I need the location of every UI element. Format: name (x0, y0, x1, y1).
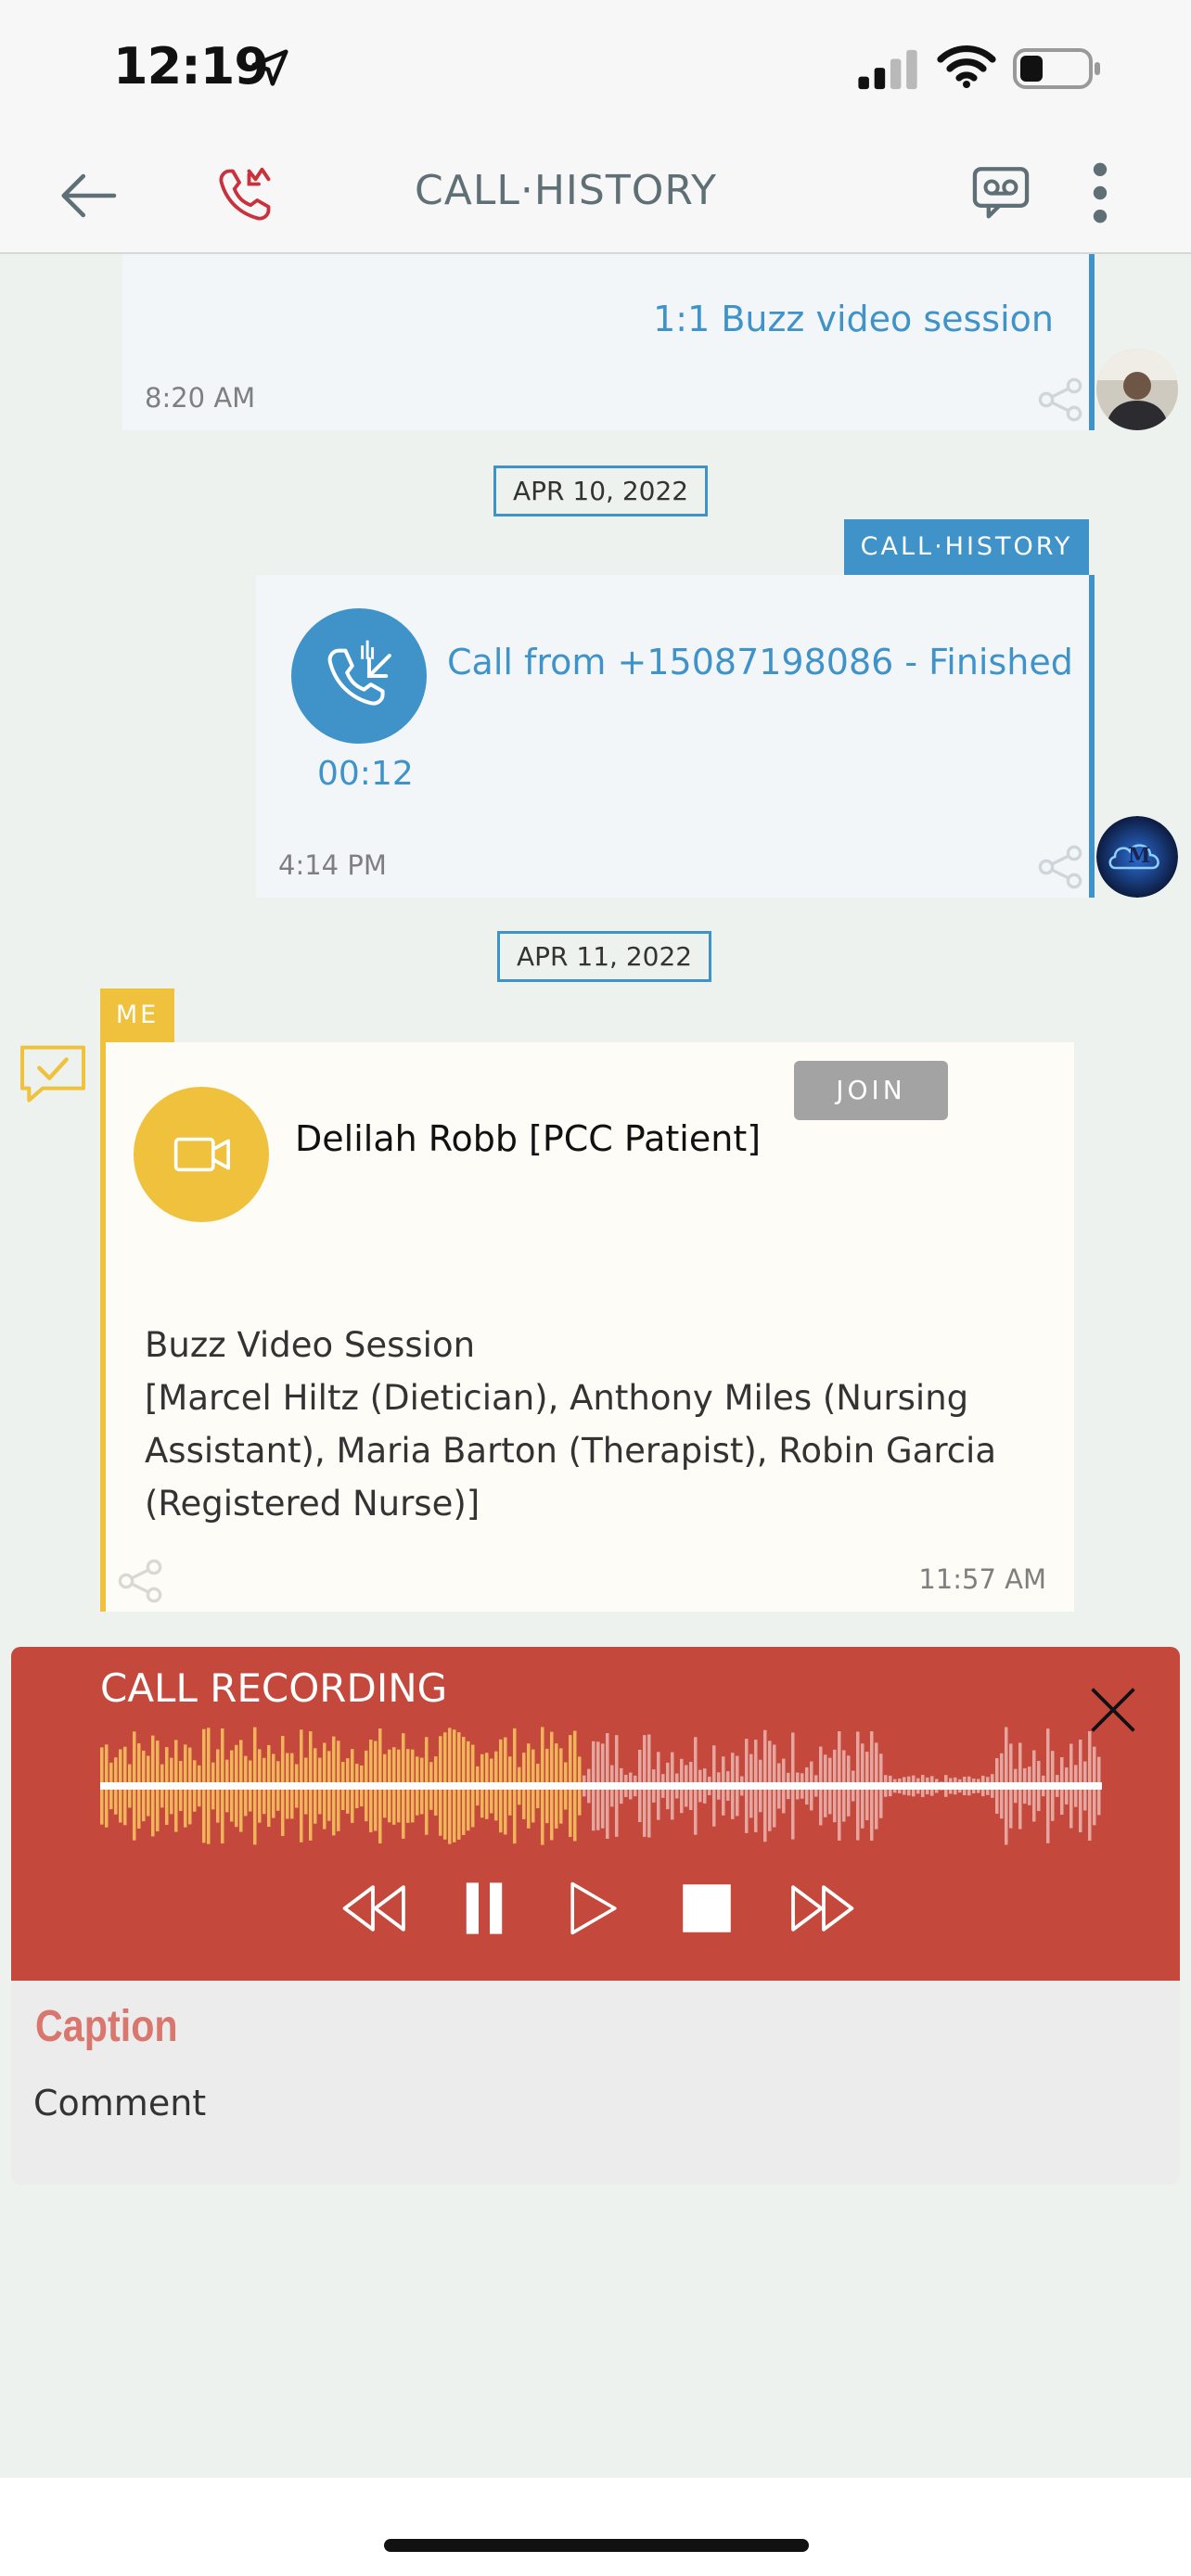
waveform-scrubber[interactable] (100, 1721, 1102, 1851)
comment-input[interactable]: Comment (33, 2066, 1146, 2140)
missed-call-icon[interactable] (213, 161, 278, 226)
message-time: 8:20 AM (145, 382, 256, 414)
description-line: Assistant), Maria Barton (Therapist), Ro… (145, 1431, 997, 1471)
caption-panel: Caption Comment (11, 1981, 1180, 2185)
video-session-card[interactable]: JOIN Delilah Robb [PCC Patient] Buzz Vid… (100, 1042, 1074, 1612)
delivered-check-icon (19, 1045, 86, 1103)
signal-icon (858, 49, 917, 90)
caption-label: Caption (35, 2002, 178, 2051)
call-card[interactable]: Call from +15087198086 - Finished 00:12 … (256, 575, 1095, 898)
stop-icon[interactable] (681, 1882, 733, 1934)
more-vertical-icon[interactable] (1087, 159, 1113, 226)
message-card[interactable]: 1:1 Buzz video session 8:20 AM (122, 254, 1095, 430)
avatar[interactable]: M (1096, 816, 1178, 898)
back-arrow-icon[interactable] (54, 163, 122, 228)
voicemail-icon[interactable] (970, 161, 1031, 223)
location-arrow-icon (251, 49, 288, 86)
call-recording-panel: CALL RECORDING (11, 1647, 1180, 1981)
description-line: (Registered Nurse)] (145, 1484, 480, 1524)
wifi-icon (937, 45, 996, 88)
user-photo-icon (1096, 349, 1178, 430)
share-icon[interactable] (1037, 844, 1083, 890)
share-icon[interactable] (1037, 376, 1083, 423)
join-button[interactable]: JOIN (794, 1061, 948, 1120)
video-camera-icon (134, 1087, 269, 1222)
message-time: 11:57 AM (918, 1563, 1046, 1595)
incoming-call-icon (291, 608, 427, 744)
avatar[interactable] (1096, 349, 1178, 430)
battery-icon (1013, 48, 1100, 89)
status-time: 12:19 (113, 37, 269, 96)
call-history-tag: CALL·HISTORY (844, 519, 1089, 575)
recording-title: CALL RECORDING (100, 1665, 448, 1711)
rewind-icon[interactable] (338, 1882, 408, 1934)
session-name: Delilah Robb [PCC Patient] (295, 1118, 762, 1159)
call-description: Call from +15087198086 - Finished (447, 642, 1073, 682)
status-bar: 12:19 (0, 0, 1191, 139)
date-separator: APR 11, 2022 (497, 931, 712, 982)
home-indicator[interactable] (384, 2539, 809, 2552)
pause-icon[interactable] (462, 1881, 506, 1936)
call-duration: 00:12 (317, 755, 414, 793)
bottom-safe-area (0, 2478, 1191, 2576)
page-title: CALL·HISTORY (415, 167, 717, 214)
share-icon[interactable] (117, 1558, 163, 1604)
session-link[interactable]: 1:1 Buzz video session (653, 299, 1054, 339)
message-time: 4:14 PM (278, 849, 387, 881)
description-line: [Marcel Hiltz (Dietician), Anthony Miles… (145, 1378, 969, 1418)
description-line: Buzz Video Session (145, 1325, 476, 1365)
session-description: Buzz Video Session [Marcel Hiltz (Dietic… (145, 1319, 996, 1530)
play-icon[interactable] (568, 1881, 620, 1936)
app-header: CALL·HISTORY (0, 139, 1191, 254)
me-tag: ME (100, 988, 174, 1042)
date-separator: APR 10, 2022 (493, 465, 709, 516)
fast-forward-icon[interactable] (788, 1882, 859, 1934)
avatar-initial: M (1128, 844, 1151, 868)
